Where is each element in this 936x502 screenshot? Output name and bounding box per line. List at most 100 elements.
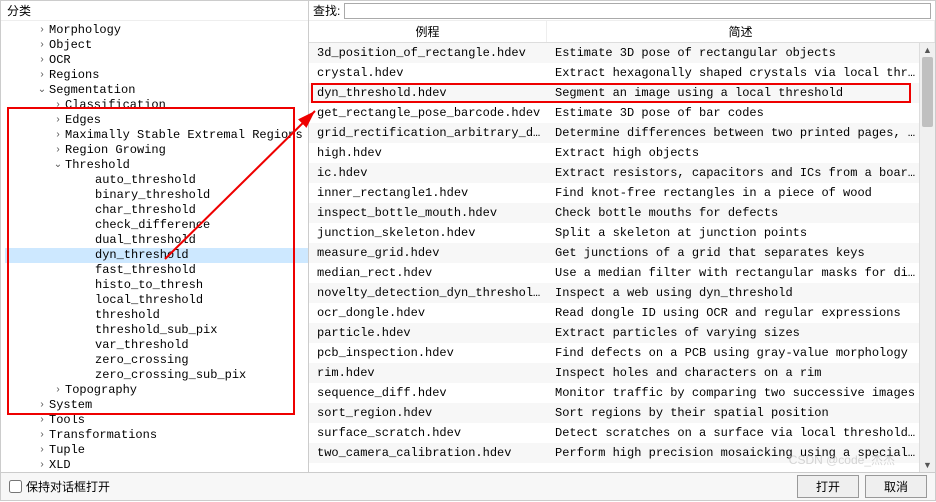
chevron-right-icon[interactable]: › [51,98,65,113]
vertical-scrollbar[interactable]: ▲ ▼ [919,43,935,472]
tree-item[interactable]: ›Region Growing [5,143,308,158]
tree-item[interactable]: ›Regions [5,68,308,83]
tree-item[interactable]: fast_threshold [5,263,308,278]
tree-item[interactable]: histo_to_thresh [5,278,308,293]
example-name: novelty_detection_dyn_threshold.hdev [309,283,547,303]
examples-table-header: 例程 简述 [309,21,935,43]
tree-item-label: histo_to_thresh [95,278,203,293]
tree-item[interactable]: ›OCR [5,53,308,68]
category-tree[interactable]: ›Morphology›Object›OCR›Regions⌄Segmentat… [1,21,308,472]
example-name: ocr_dongle.hdev [309,303,547,323]
tree-item-label: Edges [65,113,101,128]
chevron-right-icon[interactable]: › [35,413,49,428]
tree-item[interactable]: zero_crossing_sub_pix [5,368,308,383]
tree-item[interactable]: binary_threshold [5,188,308,203]
table-row[interactable]: dyn_threshold.hdevSegment an image using… [309,83,919,103]
table-row[interactable]: crystal.hdevExtract hexagonally shaped c… [309,63,919,83]
scroll-up-icon[interactable]: ▲ [920,43,935,57]
table-row[interactable]: ic.hdevExtract resistors, capacitors and… [309,163,919,183]
chevron-right-icon[interactable]: › [35,53,49,68]
tree-item[interactable]: ›Object [5,38,308,53]
tree-item-label: OCR [49,53,71,68]
tree-item[interactable]: dual_threshold [5,233,308,248]
table-row[interactable]: 3d_position_of_rectangle.hdevEstimate 3D… [309,43,919,63]
tree-item[interactable]: ›Edges [5,113,308,128]
tree-item-label: threshold [95,308,160,323]
keep-open-input[interactable] [9,480,22,493]
scroll-thumb[interactable] [922,57,933,127]
tree-item[interactable]: ⌄Segmentation [5,83,308,98]
tree-item[interactable]: ›Maximally Stable Extremal Regions [5,128,308,143]
tree-item-label: Morphology [49,23,121,38]
tree-item[interactable]: ›Tuple [5,443,308,458]
table-row[interactable]: measure_grid.hdevGet junctions of a grid… [309,243,919,263]
tree-item[interactable]: ⌄Threshold [5,158,308,173]
tree-item[interactable]: ›Topography [5,383,308,398]
example-desc: Sort regions by their spatial position [547,403,919,423]
tree-item[interactable]: ›Transformations [5,428,308,443]
table-row[interactable]: particle.hdevExtract particles of varyin… [309,323,919,343]
tree-item[interactable]: threshold [5,308,308,323]
chevron-down-icon[interactable]: ⌄ [51,158,65,173]
chevron-right-icon[interactable]: › [51,113,65,128]
chevron-right-icon[interactable]: › [51,128,65,143]
tree-item[interactable]: ›Morphology [5,23,308,38]
table-row[interactable]: surface_scratch.hdevDetect scratches on … [309,423,919,443]
chevron-right-icon[interactable]: › [51,383,65,398]
cancel-button[interactable]: 取消 [865,475,927,498]
tree-item-label: dual_threshold [95,233,196,248]
example-desc: Determine differences between two printe… [547,123,919,143]
table-row[interactable]: sort_region.hdevSort regions by their sp… [309,403,919,423]
keep-open-checkbox[interactable]: 保持对话框打开 [9,478,110,495]
column-description[interactable]: 简述 [547,21,935,42]
tree-item[interactable]: dyn_threshold [5,248,308,263]
chevron-down-icon[interactable]: ⌄ [35,83,49,98]
scroll-down-icon[interactable]: ▼ [920,458,935,472]
tree-item[interactable]: ›Tools [5,413,308,428]
chevron-right-icon[interactable]: › [35,68,49,83]
chevron-right-icon[interactable]: › [35,38,49,53]
tree-item-label: Region Growing [65,143,166,158]
chevron-right-icon[interactable]: › [35,23,49,38]
table-row[interactable]: sequence_diff.hdevMonitor traffic by com… [309,383,919,403]
table-row[interactable]: median_rect.hdevUse a median filter with… [309,263,919,283]
tree-item[interactable]: char_threshold [5,203,308,218]
open-button[interactable]: 打开 [797,475,859,498]
table-row[interactable]: get_rectangle_pose_barcode.hdevEstimate … [309,103,919,123]
table-row[interactable]: ocr_dongle.hdevRead dongle ID using OCR … [309,303,919,323]
tree-item[interactable]: ›XLD [5,458,308,472]
tree-item[interactable]: threshold_sub_pix [5,323,308,338]
tree-item[interactable]: check_difference [5,218,308,233]
table-row[interactable]: inspect_bottle_mouth.hdevCheck bottle mo… [309,203,919,223]
table-row[interactable]: pcb_inspection.hdevFind defects on a PCB… [309,343,919,363]
tree-item[interactable]: local_threshold [5,293,308,308]
example-desc: Monitor traffic by comparing two success… [547,383,919,403]
example-desc: Read dongle ID using OCR and regular exp… [547,303,919,323]
table-row[interactable]: high.hdevExtract high objects [309,143,919,163]
example-desc: Extract particles of varying sizes [547,323,919,343]
table-row[interactable]: rim.hdevInspect holes and characters on … [309,363,919,383]
chevron-right-icon[interactable]: › [35,428,49,443]
chevron-right-icon[interactable]: › [51,143,65,158]
chevron-right-icon[interactable]: › [35,443,49,458]
column-example[interactable]: 例程 [309,21,547,42]
table-row[interactable]: inner_rectangle1.hdevFind knot-free rect… [309,183,919,203]
tree-item[interactable]: auto_threshold [5,173,308,188]
tree-item[interactable]: var_threshold [5,338,308,353]
example-desc: Use a median filter with rectangular mas… [547,263,919,283]
chevron-right-icon[interactable]: › [35,398,49,413]
table-row[interactable]: novelty_detection_dyn_threshold.hdevInsp… [309,283,919,303]
tree-item[interactable]: zero_crossing [5,353,308,368]
table-row[interactable]: grid_rectification_arbitrary_distorti…De… [309,123,919,143]
example-name: two_camera_calibration.hdev [309,443,547,463]
example-name: inspect_bottle_mouth.hdev [309,203,547,223]
chevron-right-icon[interactable]: › [35,458,49,472]
example-name: pcb_inspection.hdev [309,343,547,363]
table-row[interactable]: junction_skeleton.hdevSplit a skeleton a… [309,223,919,243]
search-input[interactable] [344,3,931,19]
tree-item[interactable]: ›System [5,398,308,413]
category-tree-panel: 分类 ›Morphology›Object›OCR›Regions⌄Segmen… [1,1,309,472]
examples-table[interactable]: 3d_position_of_rectangle.hdevEstimate 3D… [309,43,919,472]
example-desc: Inspect a web using dyn_threshold [547,283,919,303]
tree-item[interactable]: ›Classification [5,98,308,113]
